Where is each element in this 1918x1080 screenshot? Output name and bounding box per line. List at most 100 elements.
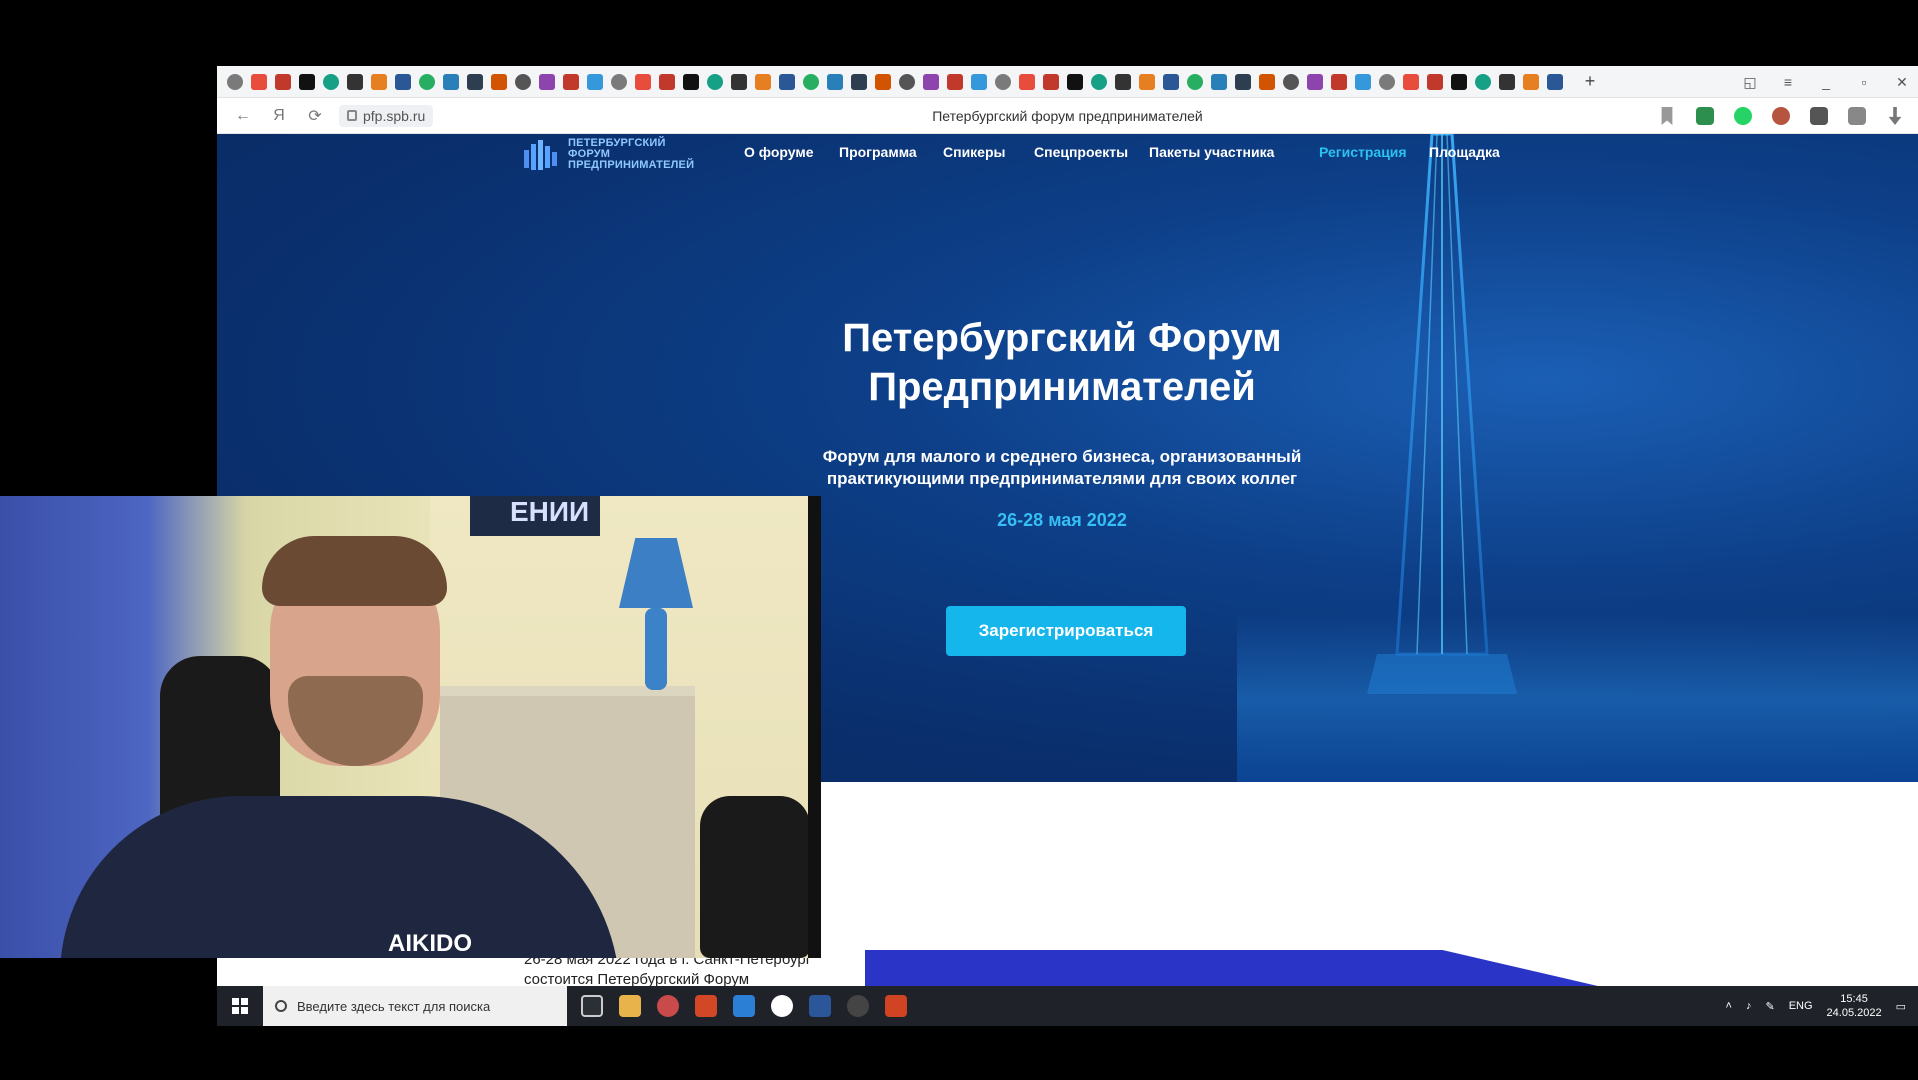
- office-icon[interactable]: [695, 995, 717, 1017]
- start-button[interactable]: [217, 986, 263, 1026]
- register-button[interactable]: Зарегистрироваться: [946, 606, 1186, 656]
- taskbar-search[interactable]: Введите здесь текст для поиска: [263, 986, 567, 1026]
- bookmark-favicon-icon[interactable]: [851, 73, 867, 90]
- bookmark-favicon-icon[interactable]: [1499, 73, 1515, 90]
- bookmark-favicon-icon[interactable]: [755, 73, 771, 90]
- bookmark-favicon-icon[interactable]: [587, 73, 603, 90]
- bookmark-favicon-icon[interactable]: [683, 73, 699, 90]
- bookmark-favicon-icon[interactable]: [1307, 73, 1323, 90]
- bookmark-favicon-icon[interactable]: [275, 73, 291, 90]
- notifications-icon[interactable]: ▭: [1896, 1000, 1906, 1013]
- bookmark-favicon-icon[interactable]: [1259, 73, 1275, 90]
- bookmark-favicon-icon[interactable]: [299, 73, 315, 90]
- bookmark-favicon-icon[interactable]: [779, 73, 795, 90]
- bookmark-favicon-icon[interactable]: [1067, 73, 1083, 90]
- bookmark-favicon-icon[interactable]: [995, 73, 1011, 90]
- bookmark-favicon-icon[interactable]: [731, 73, 747, 90]
- language-indicator[interactable]: ENG: [1789, 1000, 1813, 1012]
- menu-item-speakers[interactable]: Спикеры: [943, 144, 1034, 160]
- menu-item-registration[interactable]: Регистрация: [1319, 144, 1429, 160]
- bookmark-favicon-icon[interactable]: [515, 73, 531, 90]
- back-icon[interactable]: ←: [233, 107, 253, 125]
- clock[interactable]: 15:45 24.05.2022: [1827, 992, 1882, 1020]
- menu-item-packages[interactable]: Пакеты участника: [1149, 144, 1319, 160]
- whatsapp-icon[interactable]: [1734, 107, 1752, 125]
- obs-icon[interactable]: [847, 995, 869, 1017]
- bookmark-favicon-icon[interactable]: [1355, 73, 1371, 90]
- bookmark-favicon-icon[interactable]: [1523, 73, 1539, 90]
- menu-item-about[interactable]: О форуме: [744, 144, 839, 160]
- bookmark-favicon-icon[interactable]: [467, 73, 483, 90]
- bookmark-favicon-icon[interactable]: [1283, 73, 1299, 90]
- reload-icon[interactable]: ⟳: [305, 106, 325, 126]
- bookmark-favicon-icon[interactable]: [1427, 73, 1443, 90]
- bookmark-favicon-icon[interactable]: [947, 73, 963, 90]
- bookmark-icon[interactable]: [1661, 107, 1673, 125]
- bookmark-favicon-icon[interactable]: [1115, 73, 1131, 90]
- bookmark-favicon-icon[interactable]: [899, 73, 915, 90]
- app-icon[interactable]: [657, 995, 679, 1017]
- yandex-browser-icon[interactable]: [771, 995, 793, 1017]
- close-button[interactable]: ✕: [1894, 74, 1910, 91]
- bookmark-favicon-icon[interactable]: [1187, 73, 1203, 90]
- bookmark-favicon-icon[interactable]: [539, 73, 555, 90]
- bookmark-favicon-icon[interactable]: [827, 73, 843, 90]
- bookmark-favicon-icon[interactable]: [923, 73, 939, 90]
- restore-button[interactable]: ▫: [1856, 74, 1872, 90]
- extension-icon[interactable]: [1848, 107, 1866, 125]
- file-explorer-icon[interactable]: [619, 995, 641, 1017]
- new-tab-button[interactable]: +: [1581, 71, 1599, 92]
- bookmark-favicon-icon[interactable]: [491, 73, 507, 90]
- bookmark-favicon-icon[interactable]: [395, 73, 411, 90]
- windows-icon: [232, 998, 248, 1014]
- menu-item-venue[interactable]: Площадка: [1429, 144, 1519, 160]
- bookmark-favicon-icon[interactable]: [323, 73, 339, 90]
- bookmark-favicon-icon[interactable]: [371, 73, 387, 90]
- powerpoint-icon[interactable]: [885, 995, 907, 1017]
- bookmark-favicon-icon[interactable]: [1331, 73, 1347, 90]
- bookmark-favicon-icon[interactable]: [1019, 73, 1035, 90]
- bookmark-favicon-icon[interactable]: [1475, 73, 1491, 90]
- pen-icon[interactable]: ✎: [1765, 1000, 1774, 1013]
- bookmark-favicon-icon[interactable]: [563, 73, 579, 90]
- bookmark-favicon-icon[interactable]: [707, 73, 723, 90]
- task-view-icon[interactable]: [581, 995, 603, 1017]
- extension-icon[interactable]: [1772, 107, 1790, 125]
- bookmark-favicon-icon[interactable]: [1379, 73, 1395, 90]
- yandex-icon[interactable]: Я: [269, 107, 289, 125]
- bookmark-favicon-icon[interactable]: [1043, 73, 1059, 90]
- forum-logo[interactable]: ПЕТЕРБУРГСКИЙ ФОРУМ ПРЕДПРИНИМАТЕЛЕЙ: [522, 136, 694, 172]
- menu-item-program[interactable]: Программа: [839, 144, 943, 160]
- bookmark-favicon-icon[interactable]: [1163, 73, 1179, 90]
- volume-icon[interactable]: ♪: [1746, 1000, 1752, 1012]
- word-icon[interactable]: [809, 995, 831, 1017]
- bookmark-favicon-icon[interactable]: [227, 73, 243, 90]
- bookmark-favicon-icon[interactable]: [611, 73, 627, 90]
- bookmark-favicon-icon[interactable]: [1139, 73, 1155, 90]
- bookmark-favicon-icon[interactable]: [1235, 73, 1251, 90]
- download-icon[interactable]: [1888, 107, 1902, 125]
- bookmark-favicon-icon[interactable]: [419, 73, 435, 90]
- chevron-up-icon[interactable]: ˄: [1726, 1000, 1732, 1012]
- menu-item-special-projects[interactable]: Спецпроекты: [1034, 144, 1149, 160]
- bookmark-favicon-icon[interactable]: [803, 73, 819, 90]
- extension-icon[interactable]: [1810, 107, 1828, 125]
- bookmark-favicon-icon[interactable]: [251, 73, 267, 90]
- bookmark-favicon-icon[interactable]: [1403, 73, 1419, 90]
- extension-icon[interactable]: [1696, 107, 1714, 125]
- menu-icon[interactable]: ≡: [1780, 74, 1796, 90]
- bookmark-favicon-icon[interactable]: [1547, 73, 1563, 90]
- bookmark-panel-icon[interactable]: ◱: [1742, 74, 1758, 91]
- bookmark-favicon-icon[interactable]: [1211, 73, 1227, 90]
- bookmark-favicon-icon[interactable]: [971, 73, 987, 90]
- bookmark-favicon-icon[interactable]: [875, 73, 891, 90]
- vscode-icon[interactable]: [733, 995, 755, 1017]
- url-field[interactable]: pfp.spb.ru: [339, 104, 434, 127]
- bookmark-favicon-icon[interactable]: [635, 73, 651, 90]
- minimize-button[interactable]: _: [1818, 74, 1834, 90]
- bookmark-favicon-icon[interactable]: [347, 73, 363, 90]
- bookmark-favicon-icon[interactable]: [1091, 73, 1107, 90]
- bookmark-favicon-icon[interactable]: [659, 73, 675, 90]
- bookmark-favicon-icon[interactable]: [443, 73, 459, 90]
- bookmark-favicon-icon[interactable]: [1451, 73, 1467, 90]
